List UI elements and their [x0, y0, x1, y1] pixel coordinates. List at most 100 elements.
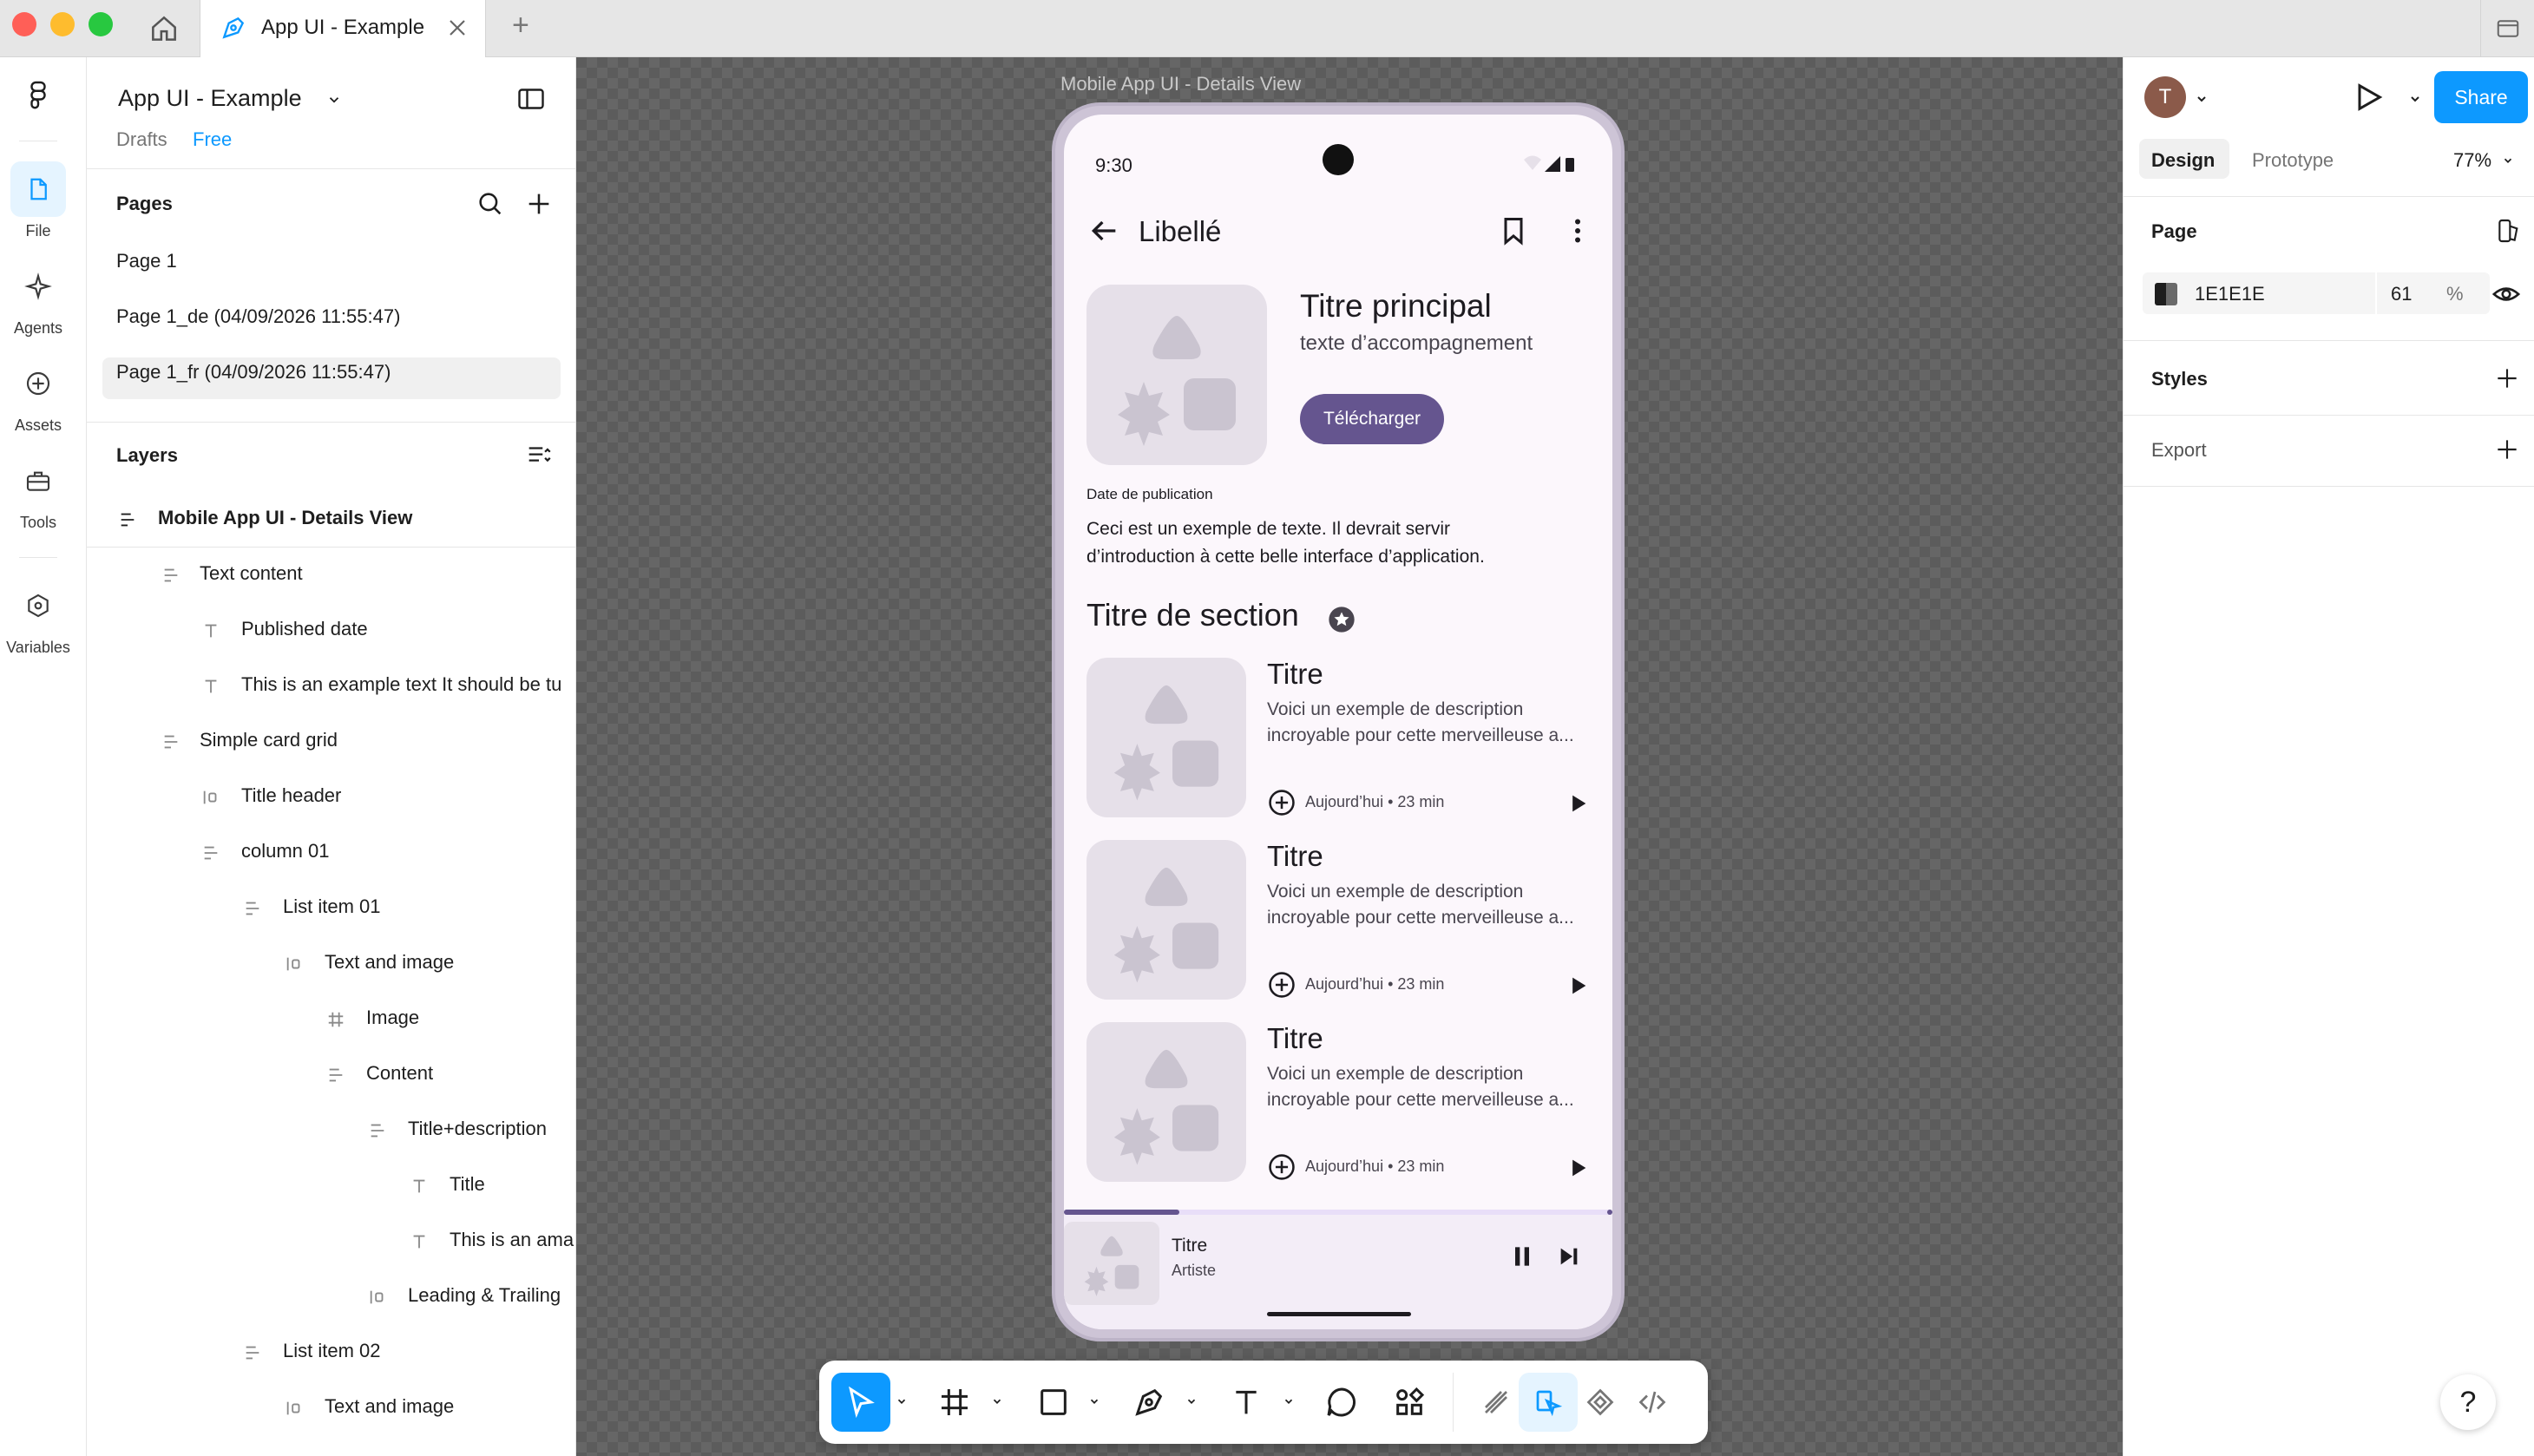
new-tab-button[interactable]: + — [512, 9, 529, 43]
maximize-window-button[interactable] — [89, 12, 113, 36]
figma-logo-icon[interactable] — [23, 80, 54, 111]
close-tab-icon[interactable] — [443, 14, 471, 42]
tab-app-ui-example[interactable]: App UI - Example — [200, 0, 486, 57]
add-circle-icon[interactable] — [1267, 1152, 1297, 1182]
dev-mode-button[interactable] — [1623, 1373, 1682, 1432]
rail-variables-button[interactable] — [10, 578, 66, 633]
layer-row[interactable]: Text content — [200, 562, 303, 585]
image-placeholder-icon — [1118, 316, 1236, 446]
tab-prototype[interactable]: Prototype — [2252, 149, 2334, 172]
card-meta: Aujourd’hui • 23 min — [1305, 975, 1445, 993]
layer-row[interactable]: Title — [450, 1173, 485, 1196]
frame-tool-button[interactable] — [925, 1373, 984, 1432]
back-arrow-icon[interactable] — [1086, 213, 1121, 248]
add-circle-icon[interactable] — [1267, 788, 1297, 817]
page-item[interactable]: Page 1 — [116, 250, 177, 272]
layer-row[interactable]: Text and image — [325, 951, 454, 974]
move-tool-button[interactable] — [831, 1373, 890, 1432]
layer-row[interactable]: Title+description — [408, 1118, 547, 1140]
add-page-icon[interactable] — [524, 189, 554, 219]
more-vert-icon[interactable] — [1562, 215, 1593, 246]
plan-badge[interactable]: Free — [193, 128, 232, 151]
rail-file-button[interactable] — [10, 161, 66, 217]
layer-row[interactable]: List item 02 — [283, 1340, 381, 1362]
bookmark-icon[interactable] — [1498, 215, 1529, 246]
rail-assets-label: Assets — [14, 416, 62, 434]
layer-row[interactable]: Content — [366, 1062, 433, 1085]
play-icon[interactable] — [1566, 791, 1590, 816]
help-button[interactable]: ? — [2440, 1374, 2496, 1430]
section-title: Titre de section — [1086, 597, 1299, 633]
left-tool-rail: File Agents Assets Tools Variables — [0, 57, 87, 1456]
layer-row[interactable]: This is an ama — [450, 1229, 574, 1251]
visibility-eye-icon[interactable] — [2491, 279, 2521, 309]
close-window-button[interactable] — [12, 12, 36, 36]
tab-design-label[interactable]: Design — [2151, 149, 2215, 172]
layer-row[interactable]: This is an example text It should be tu — [241, 673, 561, 696]
page-item[interactable]: Page 1_fr (04/09/2026 11:55:47) — [116, 361, 391, 384]
minimize-window-button[interactable] — [50, 12, 75, 36]
component-mode-button[interactable] — [1571, 1373, 1630, 1432]
page-color-swatch[interactable] — [2155, 283, 2177, 305]
text-layer-icon — [201, 677, 220, 696]
pencil-draw-icon — [1485, 1391, 1507, 1413]
phone-frame[interactable]: 9:30 Libellé Titre principal texte d’acc… — [1052, 102, 1625, 1341]
layer-row[interactable]: Leading & Trailing — [408, 1284, 561, 1307]
page-color-opacity[interactable]: 61 — [2391, 283, 2412, 305]
page-item[interactable]: Page 1_de (04/09/2026 11:55:47) — [116, 305, 400, 328]
page-color-hex[interactable]: 1E1E1E — [2195, 283, 2265, 305]
rail-file-label: File — [25, 222, 51, 239]
design-canvas[interactable]: Mobile App UI - Details View 9:30 Libell… — [576, 57, 2123, 1456]
add-export-icon[interactable] — [2493, 436, 2521, 463]
window-layout-button[interactable] — [2480, 0, 2534, 57]
layer-row[interactable]: Title header — [241, 784, 341, 807]
comment-tool-button[interactable] — [1312, 1373, 1371, 1432]
file-menu-chevron-down-icon[interactable] — [326, 92, 342, 108]
frame-label[interactable]: Mobile App UI - Details View — [1060, 73, 1301, 95]
rail-tools-button[interactable] — [10, 453, 66, 508]
autolayout-layer-icon — [201, 843, 220, 862]
text-tool-button[interactable] — [1217, 1373, 1276, 1432]
search-pages-icon[interactable] — [476, 189, 505, 219]
actions-tool-button[interactable] — [1380, 1373, 1439, 1432]
rail-assets-button[interactable] — [10, 356, 66, 411]
pause-icon[interactable] — [1508, 1243, 1536, 1270]
rail-agents-button[interactable] — [10, 259, 66, 314]
add-circle-icon[interactable] — [1267, 970, 1297, 1000]
layer-row[interactable]: Simple card grid — [200, 729, 338, 751]
card-title: Titre — [1267, 840, 1323, 872]
text-layer-icon — [410, 1177, 429, 1196]
skip-next-icon[interactable] — [1555, 1243, 1583, 1270]
layer-row[interactable]: Mobile App UI - Details View — [158, 507, 412, 529]
rail-agents-label: Agents — [13, 319, 63, 337]
file-name[interactable]: App UI - Example — [118, 85, 302, 112]
avatar[interactable]: T — [2144, 76, 2186, 118]
pen-tool-button[interactable] — [1119, 1373, 1178, 1432]
play-icon[interactable] — [1566, 974, 1590, 998]
zoom-level[interactable]: 77% — [2453, 149, 2491, 172]
layer-row[interactable]: List item 01 — [283, 895, 381, 918]
toggle-sidebar-icon[interactable] — [515, 83, 547, 115]
download-button[interactable]: Télécharger — [1300, 394, 1444, 444]
design-mode-button[interactable] — [1519, 1373, 1578, 1432]
layer-row[interactable]: Published date — [241, 618, 368, 640]
layer-row[interactable]: Image — [366, 1007, 419, 1029]
layer-row[interactable]: column 01 — [241, 840, 330, 862]
home-icon[interactable] — [148, 12, 181, 45]
image-placeholder-icon — [1084, 1236, 1139, 1296]
card-title: Titre — [1267, 658, 1323, 690]
draw-mode-button[interactable] — [1467, 1373, 1526, 1432]
share-button[interactable]: Share — [2434, 71, 2528, 123]
add-style-icon[interactable] — [2493, 364, 2521, 392]
layer-row[interactable]: Text and image — [325, 1395, 454, 1418]
present-play-icon[interactable] — [2351, 80, 2386, 115]
page-style-icon[interactable] — [2495, 217, 2523, 245]
file-location[interactable]: Drafts — [116, 128, 167, 151]
design-mode-icon — [1536, 1390, 1563, 1417]
pen-tool-icon — [220, 14, 247, 42]
component-icon — [1586, 1388, 1614, 1416]
rectangle-tool-button[interactable] — [1024, 1373, 1083, 1432]
play-icon[interactable] — [1566, 1156, 1590, 1180]
collapse-layers-icon[interactable] — [524, 441, 554, 470]
card-description: incroyable pour cette merveilleuse a... — [1267, 1090, 1574, 1110]
